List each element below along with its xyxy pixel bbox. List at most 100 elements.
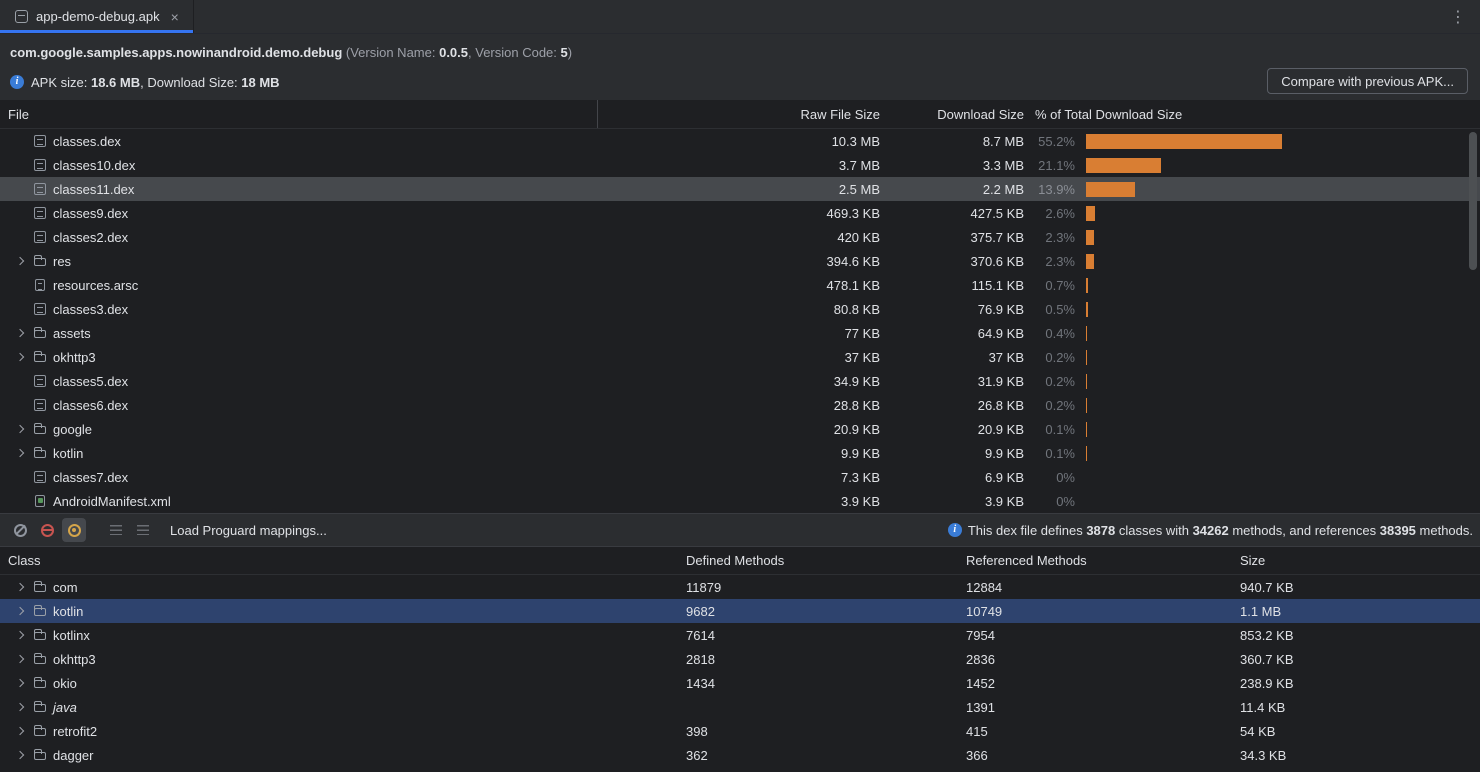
chevron-right-icon[interactable]	[10, 441, 32, 465]
download-size: 37 KB	[880, 350, 1024, 365]
download-pct-bar	[1086, 158, 1161, 173]
raw-file-size: 3.7 MB	[598, 158, 880, 173]
apk-size-text: APK size: 18.6 MB, Download Size: 18 MB	[31, 75, 280, 90]
chevron-right-icon[interactable]	[10, 695, 32, 719]
chevron-right-icon[interactable]	[10, 647, 32, 671]
collapse-all-icon	[136, 523, 150, 537]
dex-info-sentence: This dex file defines 3878 classes with …	[968, 523, 1473, 538]
dex-file-icon	[32, 157, 48, 173]
class-table-row[interactable]: java 1391 11.4 KB	[0, 695, 1480, 719]
column-header-defined-methods[interactable]: Defined Methods	[686, 553, 966, 568]
class-table-row[interactable]: kotlin 9682 10749 1.1 MB	[0, 599, 1480, 623]
class-name: okhttp3	[53, 652, 96, 667]
column-header-referenced-methods[interactable]: Referenced Methods	[966, 553, 1240, 568]
package-folder-icon	[32, 603, 48, 619]
chevron-right-icon[interactable]	[10, 249, 32, 273]
class-table-row[interactable]: dagger 362 366 34.3 KB	[0, 743, 1480, 767]
download-pct: 0.2%	[1024, 398, 1075, 413]
chevron-right-icon[interactable]	[10, 345, 32, 369]
download-pct-bar	[1086, 374, 1087, 389]
chevron-right-icon[interactable]	[10, 599, 32, 623]
file-table: File Raw File Size Download Size % of To…	[0, 100, 1480, 513]
chevron-right-icon[interactable]	[10, 321, 32, 345]
show-all-methods-icon	[68, 524, 81, 537]
package-folder-icon	[32, 579, 48, 595]
collapse-all-button[interactable]	[131, 518, 155, 542]
column-header-download-size[interactable]: Download Size	[880, 107, 1024, 122]
vertical-scrollbar-thumb[interactable]	[1469, 132, 1477, 270]
download-pct: 0%	[1024, 494, 1075, 509]
class-table: Class Defined Methods Referenced Methods…	[0, 547, 1480, 767]
file-table-row[interactable]: kotlin 9.9 KB 9.9 KB 0.1%	[0, 441, 1480, 465]
class-table-row[interactable]: com 11879 12884 940.7 KB	[0, 575, 1480, 599]
dex-classes-count: 3878	[1086, 523, 1115, 538]
file-table-row[interactable]: classes3.dex 80.8 KB 76.9 KB 0.5%	[0, 297, 1480, 321]
dex-info-part: methods.	[1416, 523, 1473, 538]
raw-file-size: 20.9 KB	[598, 422, 880, 437]
chevron-right-icon[interactable]	[10, 671, 32, 695]
download-pct: 13.9%	[1024, 182, 1075, 197]
apk-size-summary: i APK size: 18.6 MB, Download Size: 18 M…	[10, 71, 1470, 93]
download-pct-bar	[1086, 326, 1087, 341]
tab-app-demo-debug-apk[interactable]: app-demo-debug.apk ×	[0, 0, 194, 33]
raw-file-size: 9.9 KB	[598, 446, 880, 461]
apk-file-icon	[14, 9, 29, 24]
package-folder-icon	[32, 675, 48, 691]
apk-size-value: 18.6 MB	[91, 75, 140, 90]
class-table-row[interactable]: retrofit2 398 415 54 KB	[0, 719, 1480, 743]
file-name: assets	[53, 326, 91, 341]
show-referenced-nodes-button[interactable]	[35, 518, 59, 542]
version-label-open: (Version Name:	[342, 45, 439, 60]
file-table-row[interactable]: classes9.dex 469.3 KB 427.5 KB 2.6%	[0, 201, 1480, 225]
download-size: 64.9 KB	[880, 326, 1024, 341]
class-table-row[interactable]: kotlinx 7614 7954 853.2 KB	[0, 623, 1480, 647]
chevron-right-icon[interactable]	[10, 575, 32, 599]
file-table-row[interactable]: resources.arsc 478.1 KB 115.1 KB 0.7%	[0, 273, 1480, 297]
file-table-row[interactable]: classes10.dex 3.7 MB 3.3 MB 21.1%	[0, 153, 1480, 177]
file-table-row[interactable]: classes11.dex 2.5 MB 2.2 MB 13.9%	[0, 177, 1480, 201]
column-header-size[interactable]: Size	[1240, 553, 1480, 568]
class-name: retrofit2	[53, 724, 97, 739]
column-header-raw-file-size[interactable]: Raw File Size	[598, 107, 880, 122]
folder-icon	[32, 421, 48, 437]
chevron-right-icon[interactable]	[10, 743, 32, 767]
file-table-row[interactable]: classes5.dex 34.9 KB 31.9 KB 0.2%	[0, 369, 1480, 393]
chevron-right-icon[interactable]	[10, 623, 32, 647]
file-table-row[interactable]: google 20.9 KB 20.9 KB 0.1%	[0, 417, 1480, 441]
show-all-methods-button[interactable]	[62, 518, 86, 542]
file-table-row[interactable]: AndroidManifest.xml 3.9 KB 3.9 KB 0%	[0, 489, 1480, 513]
download-pct: 0.7%	[1024, 278, 1075, 293]
file-table-row[interactable]: res 394.6 KB 370.6 KB 2.3%	[0, 249, 1480, 273]
defined-methods: 9682	[686, 604, 966, 619]
download-size: 375.7 KB	[880, 230, 1024, 245]
raw-file-size: 10.3 MB	[598, 134, 880, 149]
download-pct: 0.5%	[1024, 302, 1075, 317]
file-table-row[interactable]: classes2.dex 420 KB 375.7 KB 2.3%	[0, 225, 1480, 249]
file-table-row[interactable]: classes6.dex 28.8 KB 26.8 KB 0.2%	[0, 393, 1480, 417]
download-size: 427.5 KB	[880, 206, 1024, 221]
file-table-row[interactable]: okhttp3 37 KB 37 KB 0.2%	[0, 345, 1480, 369]
file-table-row[interactable]: classes7.dex 7.3 KB 6.9 KB 0%	[0, 465, 1480, 489]
file-name: classes5.dex	[53, 374, 128, 389]
class-table-row[interactable]: okhttp3 2818 2836 360.7 KB	[0, 647, 1480, 671]
chevron-right-icon[interactable]	[10, 417, 32, 441]
file-table-row[interactable]: assets 77 KB 64.9 KB 0.4%	[0, 321, 1480, 345]
folder-icon	[32, 325, 48, 341]
download-pct: 2.3%	[1024, 254, 1075, 269]
column-header-file[interactable]: File	[0, 100, 598, 128]
expand-all-icon	[109, 523, 123, 537]
load-proguard-mappings-button[interactable]: Load Proguard mappings...	[170, 523, 327, 538]
column-header-class[interactable]: Class	[0, 553, 686, 568]
tab-options-kebab-icon[interactable]: ⋮	[1450, 0, 1466, 33]
dex-file-icon	[32, 205, 48, 221]
compare-with-previous-apk-button[interactable]: Compare with previous APK...	[1267, 68, 1468, 94]
tab-close-icon[interactable]: ×	[171, 10, 179, 24]
show-removed-nodes-button[interactable]	[8, 518, 32, 542]
expand-all-button[interactable]	[104, 518, 128, 542]
folder-icon	[32, 253, 48, 269]
file-table-row[interactable]: classes.dex 10.3 MB 8.7 MB 55.2%	[0, 129, 1480, 153]
column-header-pct-of-total-download-size[interactable]: % of Total Download Size	[1024, 107, 1480, 122]
chevron-right-icon[interactable]	[10, 719, 32, 743]
class-table-row[interactable]: okio 1434 1452 238.9 KB	[0, 671, 1480, 695]
class-size: 238.9 KB	[1240, 676, 1480, 691]
